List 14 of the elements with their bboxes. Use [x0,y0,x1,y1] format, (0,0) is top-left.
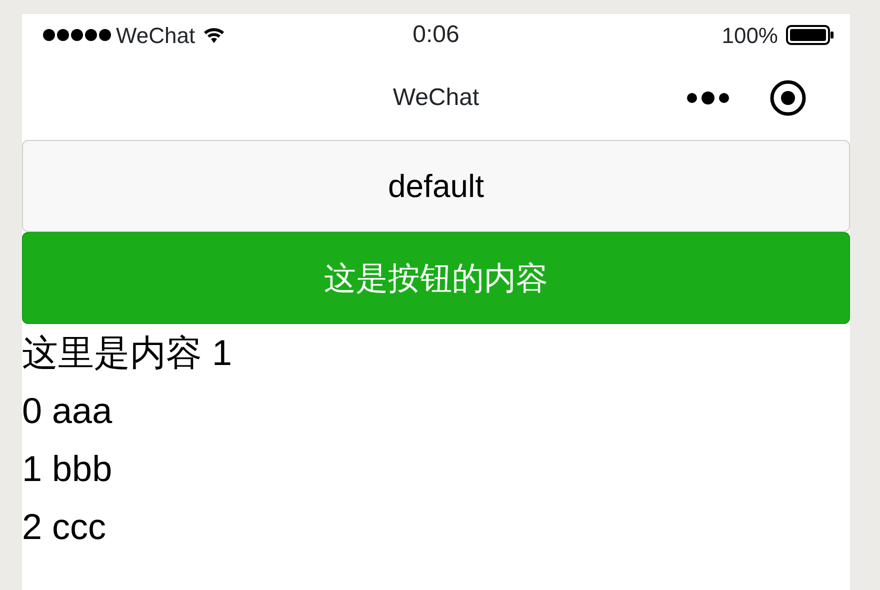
content-line: 2 ccc [22,505,108,549]
battery-percent: 100% [722,22,778,50]
content-line: 这里是内容 1 [22,331,234,375]
content-line: 1 bbb [22,447,114,491]
wifi-icon [203,26,226,44]
default-button[interactable]: default [22,140,850,232]
target-icon[interactable] [770,80,806,116]
signal-icon [42,28,112,42]
nav-title: WeChat [392,83,480,113]
more-icon[interactable] [686,91,730,105]
status-time: 0:06 [412,20,460,50]
battery-icon [786,25,834,45]
carrier-name: WeChat [116,22,196,50]
content-line: 0 aaa [22,389,114,433]
